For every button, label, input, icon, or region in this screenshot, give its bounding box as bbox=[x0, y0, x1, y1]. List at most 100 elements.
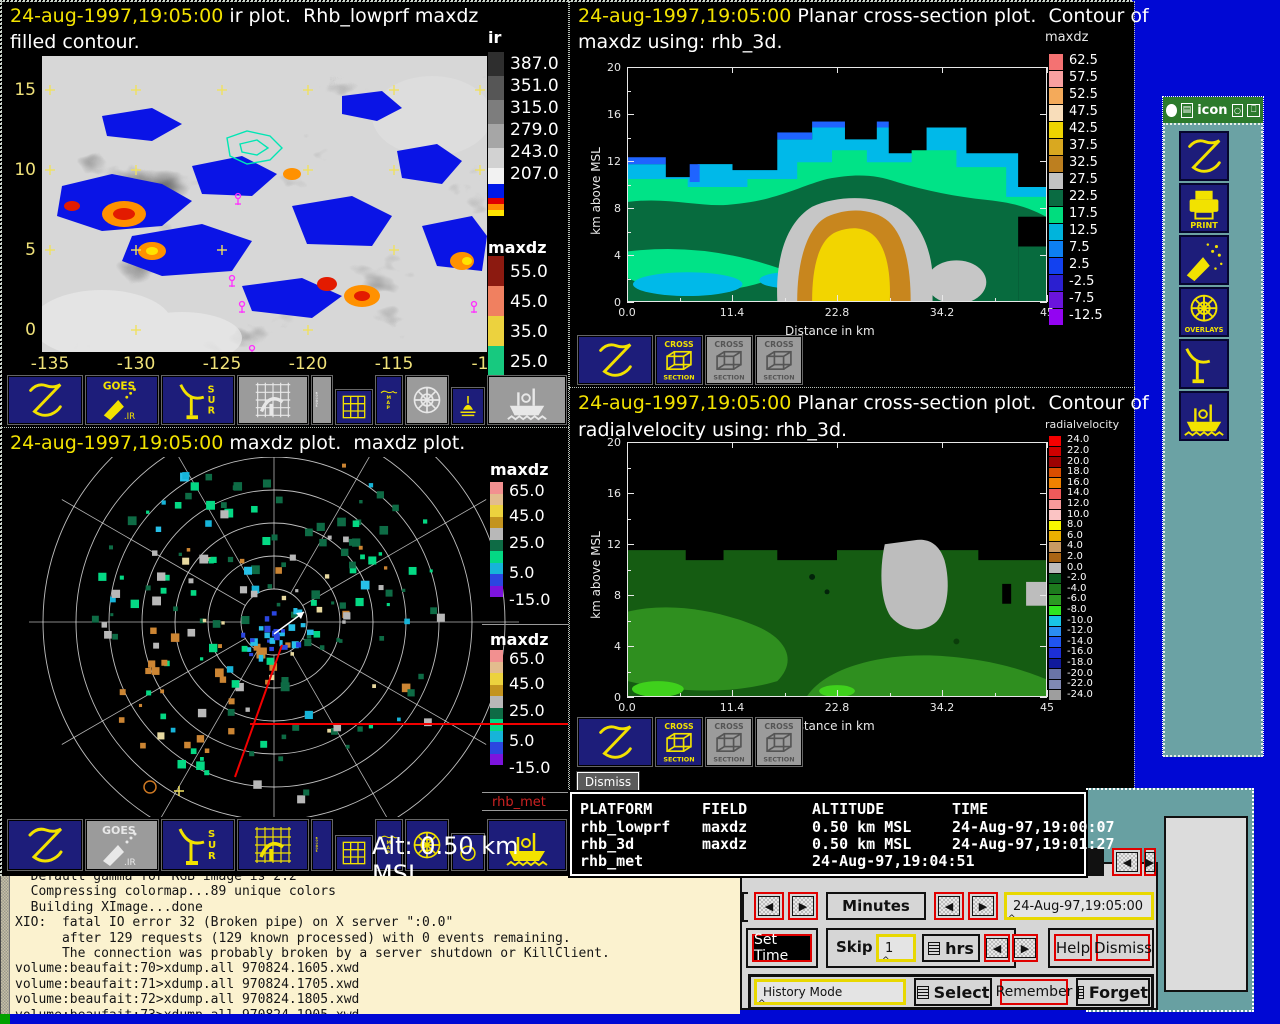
ppi-colorbar1-label: maxdz bbox=[490, 460, 549, 479]
cross-maxdz-plotbox[interactable] bbox=[627, 67, 1047, 304]
cross-section-button[interactable]: CROSS SECTION bbox=[656, 336, 702, 384]
terminal-line: volume:beaufait:73>xdump.all 970824.1905… bbox=[15, 1008, 359, 1014]
terminal-line: Building XImage...done bbox=[15, 899, 203, 915]
units-menu-button[interactable]: hrs bbox=[922, 934, 980, 962]
remember-button[interactable]: Remember bbox=[996, 979, 1072, 1005]
grid-radar-button[interactable] bbox=[238, 820, 308, 870]
window-iconify-icon[interactable]: ○ bbox=[1231, 103, 1244, 117]
reflectivity-cell bbox=[202, 618, 207, 623]
cross-section-button[interactable]: CROSS SECTION bbox=[756, 336, 802, 384]
z-logo-button[interactable] bbox=[8, 820, 82, 870]
skip-forward-button[interactable]: ▶ bbox=[1012, 934, 1038, 962]
clipped-arrow-left3[interactable]: ◀ bbox=[1112, 848, 1142, 876]
icon-window-titlebar[interactable]: ▤ icon ○ ⎕ bbox=[1163, 97, 1263, 123]
small-grid-button[interactable] bbox=[336, 390, 372, 424]
goes-ir-button[interactable]: GOES .IR bbox=[86, 376, 158, 424]
overlays-button[interactable]: OVERLAYS bbox=[1179, 287, 1229, 337]
grid-radar-button[interactable] bbox=[238, 376, 308, 424]
help-button[interactable]: Help bbox=[1054, 934, 1092, 961]
reflectivity-cell bbox=[151, 667, 160, 675]
reflectivity-cell bbox=[190, 748, 197, 755]
velocity-core-cell bbox=[269, 646, 274, 652]
x-tick-mark bbox=[732, 690, 733, 697]
buoy-button[interactable] bbox=[452, 388, 484, 424]
dismiss-button[interactable]: Dismiss bbox=[576, 771, 640, 792]
time-back-button[interactable]: ◀ bbox=[934, 892, 964, 920]
sur-button[interactable]: SUR bbox=[162, 376, 234, 424]
ship-button[interactable] bbox=[488, 376, 566, 424]
z-logo-button[interactable] bbox=[1179, 131, 1229, 181]
y-minor-tick bbox=[627, 90, 631, 92]
colorbar-segment bbox=[1049, 275, 1063, 291]
reflectivity-cell bbox=[304, 710, 313, 719]
reflectivity-cell bbox=[355, 597, 364, 607]
map-button[interactable]: MAP bbox=[376, 376, 402, 424]
minutes-forward-button[interactable]: ▶ bbox=[788, 892, 818, 920]
reflectivity-cell bbox=[101, 622, 108, 628]
reflectivity-cell bbox=[228, 728, 235, 735]
colorbar-tick: 387.0 bbox=[510, 54, 559, 74]
set-time-button[interactable]: Set Time bbox=[752, 932, 812, 964]
bounds-button[interactable]: BOUNDS bbox=[312, 376, 332, 424]
satellite-button[interactable] bbox=[1179, 235, 1229, 285]
reflectivity-cell bbox=[339, 602, 346, 609]
reflectivity-cell bbox=[220, 510, 229, 519]
colorbar-segment bbox=[488, 286, 504, 316]
reflectivity-cell bbox=[177, 759, 186, 769]
print-button[interactable]: PRINT bbox=[1179, 183, 1229, 233]
sur-button[interactable] bbox=[1179, 339, 1229, 389]
forget-menu-button[interactable]: Forget bbox=[1076, 978, 1150, 1006]
cross-section-button[interactable]: CROSS SECTION bbox=[706, 718, 752, 766]
reflectivity-cell bbox=[281, 677, 289, 685]
xterm-window[interactable]: Default gamma for RGB image is 2.2 Compr… bbox=[0, 876, 740, 1014]
reflectivity-cell bbox=[104, 630, 112, 639]
colorbar-segment bbox=[490, 742, 503, 754]
polar-grid-button[interactable] bbox=[406, 376, 448, 424]
colorbar-segment bbox=[488, 210, 504, 216]
cross-section-icon: CROSS SECTION bbox=[763, 340, 794, 381]
cross-section-icon: CROSS SECTION bbox=[663, 722, 694, 763]
ir-satellite-image[interactable] bbox=[42, 56, 487, 352]
reflectivity-cell bbox=[241, 616, 250, 625]
dialog-dismiss-button[interactable]: Dismiss bbox=[1094, 934, 1152, 961]
x-tick-label: 11.4 bbox=[719, 306, 745, 319]
small-grid-button[interactable] bbox=[336, 836, 372, 870]
table-cell: rhb_lowprf bbox=[580, 818, 671, 836]
z-logo-icon bbox=[29, 383, 62, 417]
ir-colorbar-label: ir bbox=[488, 28, 502, 47]
cross-section-button[interactable]: CROSS SECTION bbox=[706, 336, 752, 384]
ship-button[interactable] bbox=[1179, 391, 1229, 441]
colorbar-segment bbox=[490, 685, 503, 696]
clipped-arrow-right3[interactable]: ▶ bbox=[1144, 848, 1156, 876]
minutes-back-button[interactable]: ◀ bbox=[754, 892, 784, 920]
z-logo-button[interactable] bbox=[8, 376, 82, 424]
window-doc-icon[interactable]: ▤ bbox=[1180, 102, 1194, 118]
cross-section-maxdz-panel: 24-aug-1997,19:05:00 Planar cross-sectio… bbox=[569, 1, 1149, 389]
reflectivity-cell bbox=[157, 572, 166, 581]
skip-back-button[interactable]: ◀ bbox=[984, 934, 1010, 962]
minutes-button[interactable]: Minutes bbox=[826, 892, 926, 920]
select-menu-button[interactable]: Select bbox=[914, 978, 992, 1006]
datetime-field[interactable]: 24-Aug-97,19:05:00 bbox=[1004, 892, 1154, 920]
x-tick-mark bbox=[942, 690, 943, 697]
cross-section-button[interactable]: CROSS SECTION bbox=[656, 718, 702, 766]
sur-button[interactable]: SUR bbox=[162, 820, 234, 870]
cross-radial-plotbox[interactable] bbox=[627, 442, 1047, 697]
reflectivity-cell bbox=[204, 748, 210, 754]
terminal-scrollbar[interactable] bbox=[1, 876, 10, 1014]
cross-section-button[interactable]: CROSS SECTION bbox=[756, 718, 802, 766]
y-tick-mark bbox=[627, 67, 634, 68]
z-logo-button[interactable] bbox=[578, 336, 652, 384]
velocity-core-cell bbox=[296, 642, 302, 648]
window-menu-icon[interactable] bbox=[1166, 103, 1177, 117]
ppi-radar-display[interactable] bbox=[2, 457, 568, 817]
z-logo-button[interactable] bbox=[578, 718, 652, 766]
window-zoom-icon[interactable]: ⎕ bbox=[1247, 103, 1260, 117]
terminal-line: volume:beaufait:70>xdump.all 970824.1605… bbox=[15, 961, 360, 977]
goes-ir-button[interactable]: GOES .IR bbox=[86, 820, 158, 870]
x-tick-mark bbox=[627, 67, 628, 73]
history-mode-field[interactable]: History Mode bbox=[754, 979, 906, 1005]
bounds-button[interactable]: BOUNDS bbox=[312, 820, 332, 870]
colorbar-segment bbox=[1049, 207, 1063, 223]
time-forward-button[interactable]: ▶ bbox=[968, 892, 998, 920]
